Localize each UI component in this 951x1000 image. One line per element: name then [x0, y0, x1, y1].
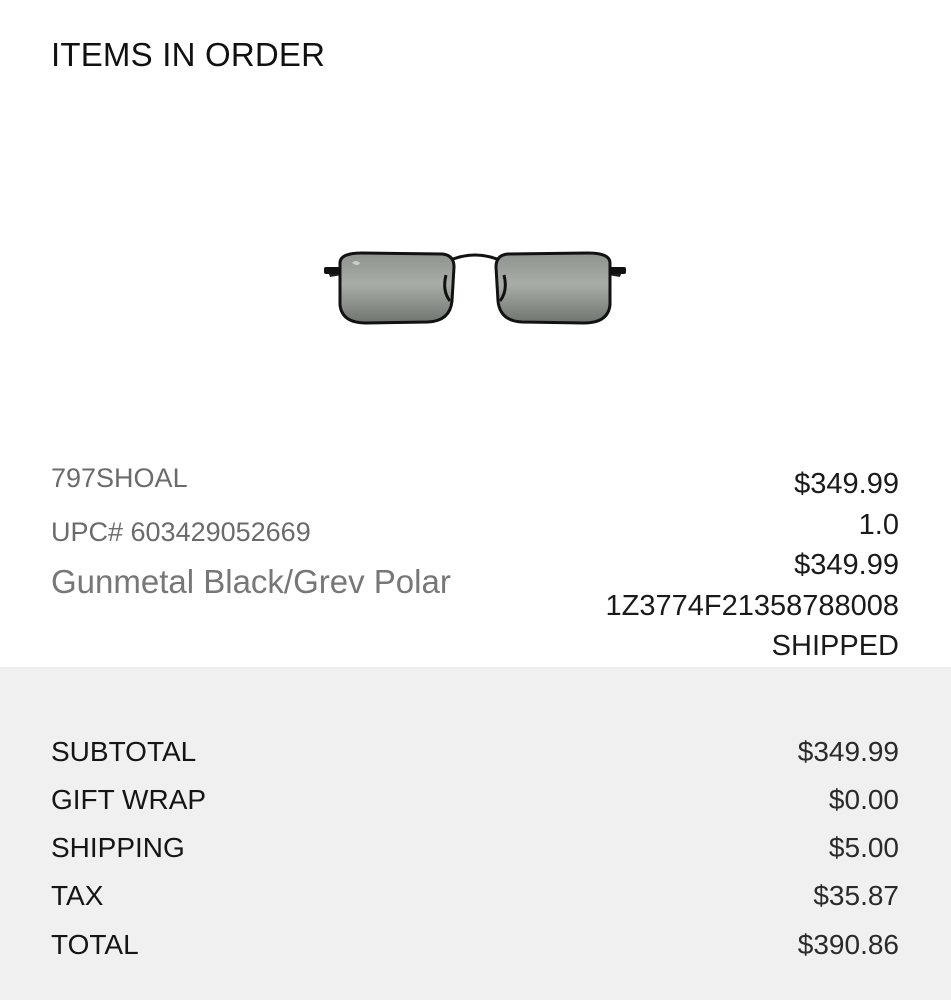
item-variant: Gunmetal Black/Grev Polar: [51, 563, 451, 600]
item-tracking-number[interactable]: 1Z3774F21358788008: [606, 586, 899, 627]
order-items-page: ITEMS IN ORDER 797SHOAL UPC# 60342905266…: [0, 0, 951, 1000]
gift-wrap-label: GIFT WRAP: [51, 784, 207, 815]
order-summary: SUBTOTAL $349.99 GIFT WRAP $0.00 SHIPPIN…: [0, 667, 951, 1000]
tax-label: TAX: [51, 880, 104, 911]
item-status: SHIPPED: [771, 630, 899, 662]
items-in-order-heading: ITEMS IN ORDER: [51, 36, 326, 73]
summary-row-total: TOTAL $390.86: [51, 925, 899, 965]
item-price: $349.99: [794, 468, 899, 500]
item-quantity: 1.0: [858, 508, 899, 541]
total-value: $390.86: [797, 929, 899, 960]
summary-row-subtotal: SUBTOTAL $349.99: [51, 732, 899, 772]
item-upc: UPC# 603429052669: [51, 517, 311, 547]
summary-row-shipping: SHIPPING $5.00: [51, 828, 899, 868]
shipping-label: SHIPPING: [51, 832, 185, 863]
shipping-value: $5.00: [828, 832, 899, 863]
tax-value: $35.87: [813, 880, 899, 911]
sunglasses-product-image[interactable]: [322, 245, 628, 331]
total-label: TOTAL: [51, 929, 139, 960]
subtotal-value: $349.99: [797, 736, 899, 767]
summary-row-gift-wrap: GIFT WRAP $0.00: [51, 780, 899, 820]
item-line-total: $349.99: [794, 549, 899, 581]
subtotal-label: SUBTOTAL: [51, 736, 197, 767]
summary-row-tax: TAX $35.87: [51, 876, 899, 916]
item-details: 797SHOAL UPC# 603429052669 Gunmetal Blac…: [51, 460, 451, 602]
item-pricing: $349.99 1.0 $349.99 1Z3774F21358788008 S…: [606, 464, 899, 667]
gift-wrap-value: $0.00: [828, 784, 899, 815]
item-sku: 797SHOAL: [51, 463, 188, 493]
